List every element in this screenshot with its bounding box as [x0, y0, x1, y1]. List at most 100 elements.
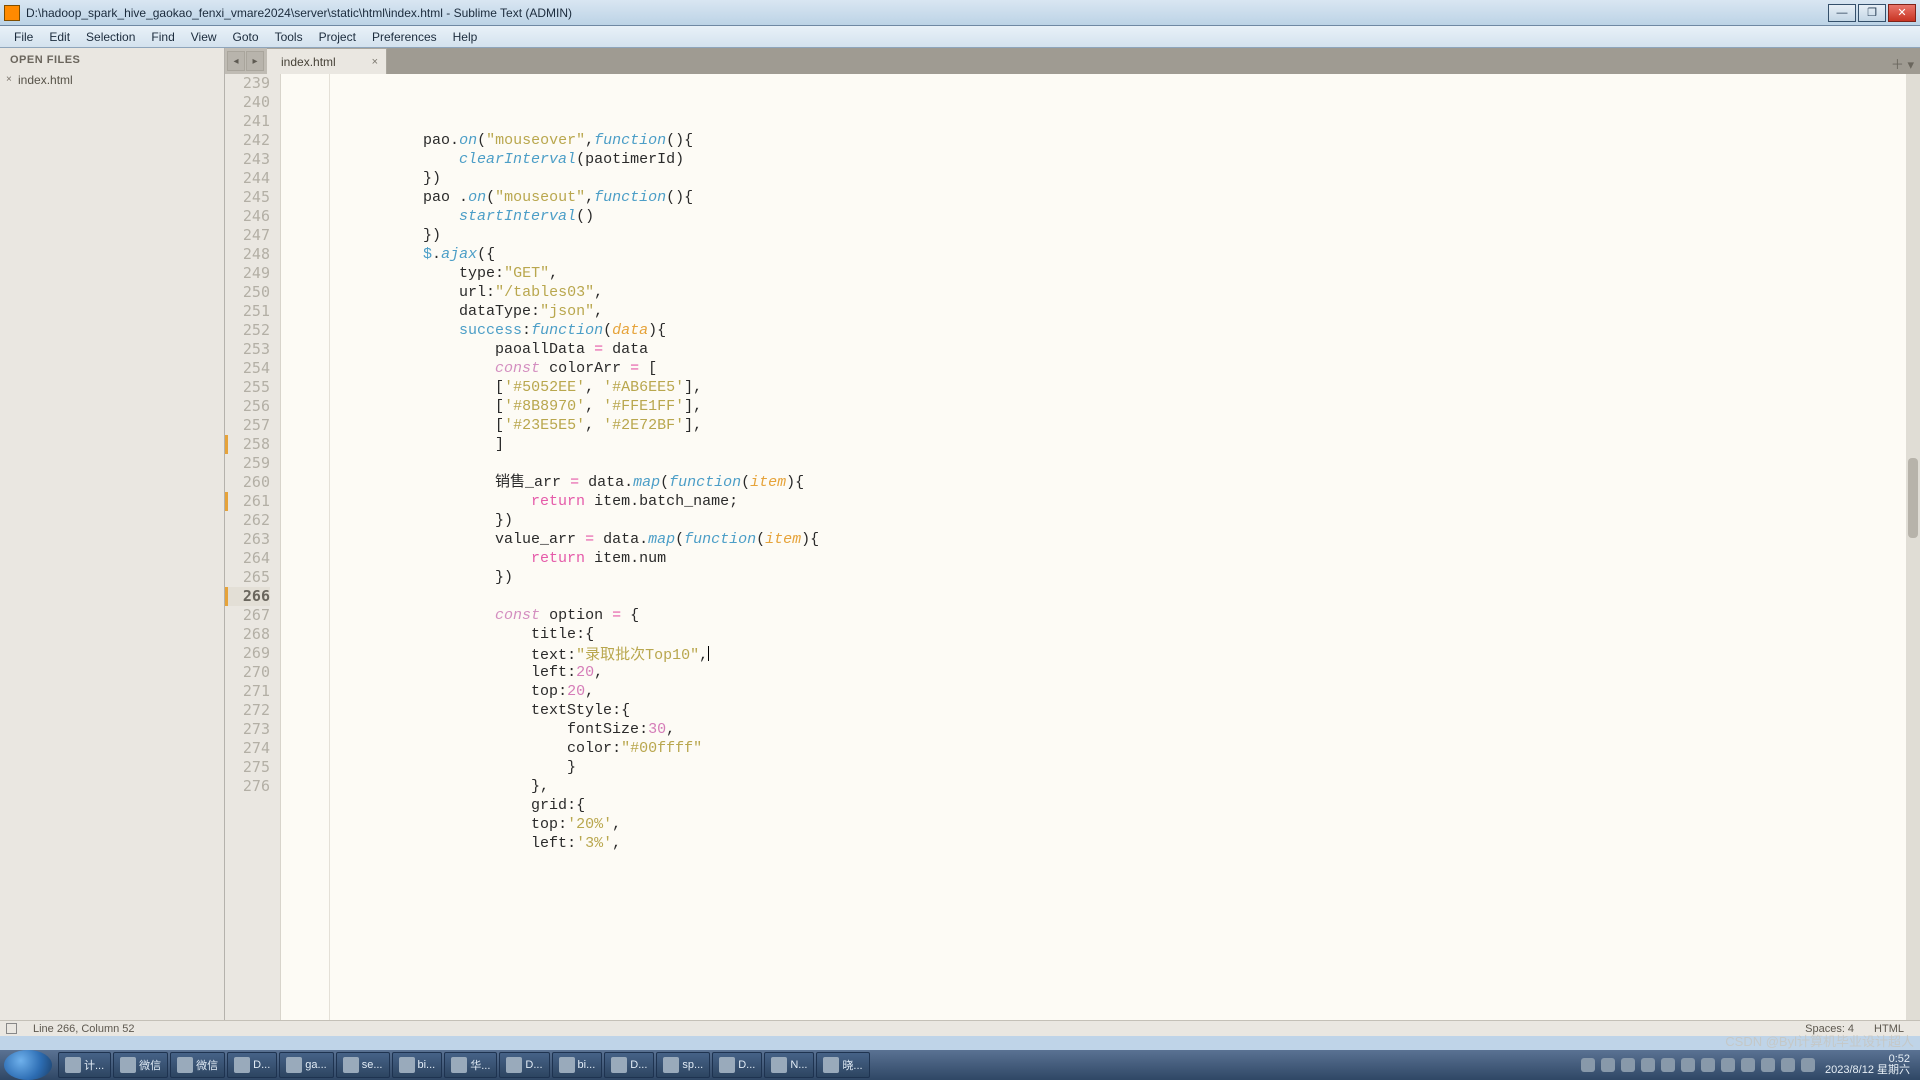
line-number[interactable]: 240	[225, 93, 270, 112]
line-number[interactable]: 257	[225, 416, 270, 435]
code-line[interactable]: success:function(data){	[297, 321, 1920, 340]
taskbar-app[interactable]: D...	[712, 1052, 762, 1078]
menu-find[interactable]: Find	[143, 26, 182, 47]
line-number[interactable]: 259	[225, 454, 270, 473]
new-tab-button[interactable]: ＋ ▾	[1891, 54, 1914, 73]
tray-icon[interactable]	[1801, 1058, 1815, 1072]
menu-goto[interactable]: Goto	[225, 26, 267, 47]
code-line[interactable]: title:{	[297, 625, 1920, 644]
minimize-button[interactable]: —	[1828, 4, 1856, 22]
tab-next-button[interactable]: ▸	[246, 51, 264, 71]
code-line[interactable]	[297, 454, 1920, 473]
code-line[interactable]: textStyle:{	[297, 701, 1920, 720]
taskbar-app[interactable]: sp...	[656, 1052, 710, 1078]
tray-icon[interactable]	[1641, 1058, 1655, 1072]
menu-project[interactable]: Project	[311, 26, 364, 47]
menu-view[interactable]: View	[183, 26, 225, 47]
code-line[interactable]: paoallData = data	[297, 340, 1920, 359]
line-number[interactable]: 245	[225, 188, 270, 207]
line-number[interactable]: 275	[225, 758, 270, 777]
taskbar-app[interactable]: 计...	[58, 1052, 111, 1078]
tray-icon[interactable]	[1741, 1058, 1755, 1072]
line-number[interactable]: 266	[225, 587, 270, 606]
line-number[interactable]: 239	[225, 74, 270, 93]
line-number[interactable]: 246	[225, 207, 270, 226]
code-line[interactable]: pao.on("mouseover",function(){	[297, 131, 1920, 150]
code-line[interactable]: })	[297, 511, 1920, 530]
taskbar-clock[interactable]: 0:52 2023/8/12 星期六	[1821, 1054, 1910, 1076]
code-line[interactable]: clearInterval(paotimerId)	[297, 150, 1920, 169]
tray-icon[interactable]	[1661, 1058, 1675, 1072]
tray-icon[interactable]	[1601, 1058, 1615, 1072]
code-line[interactable]: ]	[297, 435, 1920, 454]
taskbar-app[interactable]: bi...	[552, 1052, 603, 1078]
code-area[interactable]: 2392402412422432442452462472482492502512…	[225, 74, 1920, 1034]
code-line[interactable]: top:'20%',	[297, 815, 1920, 834]
status-spaces[interactable]: Spaces: 4	[1795, 1023, 1864, 1035]
taskbar-app[interactable]: 微信	[113, 1052, 168, 1078]
code-line[interactable]: top:20,	[297, 682, 1920, 701]
line-number[interactable]: 243	[225, 150, 270, 169]
line-number[interactable]: 249	[225, 264, 270, 283]
tab-prev-button[interactable]: ◂	[227, 51, 245, 71]
code-line[interactable]: ['#8B8970', '#FFE1FF'],	[297, 397, 1920, 416]
taskbar-app[interactable]: D...	[499, 1052, 549, 1078]
tray-icon[interactable]	[1581, 1058, 1595, 1072]
line-number[interactable]: 258	[225, 435, 270, 454]
line-number[interactable]: 251	[225, 302, 270, 321]
taskbar-app[interactable]: 华...	[444, 1052, 497, 1078]
code-line[interactable]: fontSize:30,	[297, 720, 1920, 739]
status-language[interactable]: HTML	[1864, 1023, 1914, 1035]
line-number[interactable]: 252	[225, 321, 270, 340]
code-line[interactable]: value_arr = data.map(function(item){	[297, 530, 1920, 549]
line-number[interactable]: 254	[225, 359, 270, 378]
tray-icon[interactable]	[1681, 1058, 1695, 1072]
taskbar-app[interactable]: se...	[336, 1052, 390, 1078]
taskbar-app[interactable]: D...	[604, 1052, 654, 1078]
open-file[interactable]: ×index.html	[0, 70, 224, 90]
taskbar-app[interactable]: D...	[227, 1052, 277, 1078]
scrollbar-thumb[interactable]	[1908, 458, 1918, 538]
code-line[interactable]: ['#5052EE', '#AB6EE5'],	[297, 378, 1920, 397]
code-line[interactable]: startInterval()	[297, 207, 1920, 226]
close-button[interactable]: ✕	[1888, 4, 1916, 22]
line-number[interactable]: 261	[225, 492, 270, 511]
line-number[interactable]: 267	[225, 606, 270, 625]
code-line[interactable]: color:"#00ffff"	[297, 739, 1920, 758]
tab-index-html[interactable]: index.html ×	[267, 48, 387, 74]
line-number[interactable]: 260	[225, 473, 270, 492]
line-number[interactable]: 270	[225, 663, 270, 682]
line-number[interactable]: 253	[225, 340, 270, 359]
tray-icon[interactable]	[1781, 1058, 1795, 1072]
line-number[interactable]: 248	[225, 245, 270, 264]
code-line[interactable]: type:"GET",	[297, 264, 1920, 283]
taskbar-app[interactable]: 晓...	[816, 1052, 869, 1078]
menu-tools[interactable]: Tools	[267, 26, 311, 47]
line-number[interactable]: 272	[225, 701, 270, 720]
menu-preferences[interactable]: Preferences	[364, 26, 445, 47]
line-number[interactable]: 241	[225, 112, 270, 131]
code-line[interactable]: return item.batch_name;	[297, 492, 1920, 511]
line-number[interactable]: 265	[225, 568, 270, 587]
close-file-icon[interactable]: ×	[6, 74, 12, 85]
code-line[interactable]: $.ajax({	[297, 245, 1920, 264]
tab-close-icon[interactable]: ×	[372, 56, 378, 68]
code-line[interactable]: }	[297, 758, 1920, 777]
code-line[interactable]: ['#23E5E5', '#2E72BF'],	[297, 416, 1920, 435]
code-line[interactable]: })	[297, 169, 1920, 188]
code-line[interactable]: url:"/tables03",	[297, 283, 1920, 302]
code-line[interactable]	[297, 587, 1920, 606]
taskbar-app[interactable]: ga...	[279, 1052, 333, 1078]
vertical-scrollbar[interactable]	[1906, 74, 1920, 1034]
line-number[interactable]: 256	[225, 397, 270, 416]
line-number[interactable]: 263	[225, 530, 270, 549]
menu-help[interactable]: Help	[445, 26, 486, 47]
taskbar-app[interactable]: 微信	[170, 1052, 225, 1078]
line-number[interactable]: 247	[225, 226, 270, 245]
line-number[interactable]: 264	[225, 549, 270, 568]
code-content[interactable]: pao.on("mouseover",function(){ clearInte…	[295, 74, 1920, 1034]
menu-edit[interactable]: Edit	[41, 26, 78, 47]
code-line[interactable]: pao .on("mouseout",function(){	[297, 188, 1920, 207]
code-line[interactable]: })	[297, 568, 1920, 587]
line-number[interactable]: 250	[225, 283, 270, 302]
